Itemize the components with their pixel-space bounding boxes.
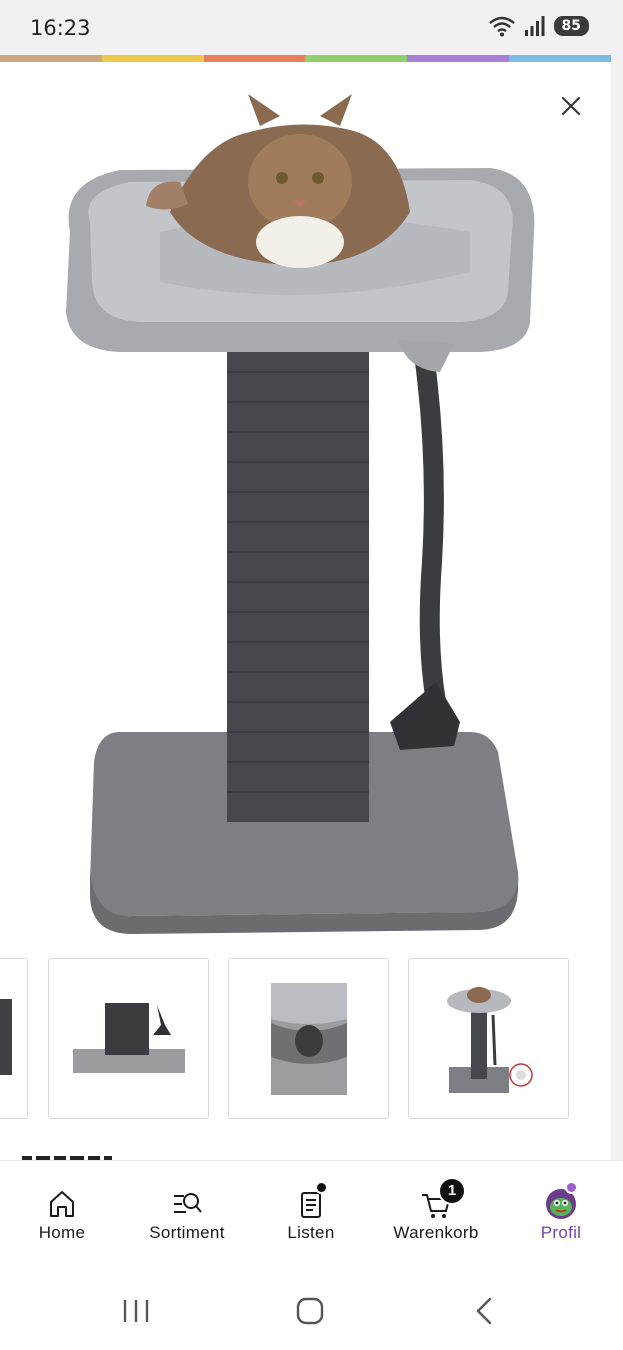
nav-sortiment[interactable]: Sortiment	[125, 1161, 249, 1261]
thumbnail-strip	[0, 958, 611, 1120]
listen-notification-dot	[315, 1181, 328, 1194]
nav-listen-label: Listen	[287, 1223, 335, 1242]
strip-segment	[305, 55, 408, 62]
status-icons: 85	[488, 15, 589, 37]
strip-segment	[101, 55, 204, 62]
thumbnail-2[interactable]	[48, 958, 209, 1119]
strip-segment	[407, 55, 510, 62]
thumbnail-1[interactable]	[0, 958, 28, 1119]
sortiment-search-icon	[174, 1193, 202, 1213]
signal-icon	[524, 16, 545, 36]
strip-segment	[203, 55, 306, 62]
brand-color-strip	[0, 55, 611, 62]
nav-profil-label: Profil	[540, 1223, 582, 1242]
cat-tree-full-image	[447, 987, 533, 1093]
product-gallery-sheet	[0, 62, 611, 1160]
nav-sortiment-label: Sortiment	[149, 1223, 225, 1242]
cart-count-badge: 1	[438, 1177, 466, 1205]
nav-warenkorb-label: Warenkorb	[393, 1223, 479, 1242]
home-icon	[50, 1191, 74, 1217]
recent-apps-icon[interactable]	[116, 1296, 156, 1326]
close-icon[interactable]	[557, 92, 585, 120]
strip-segment	[509, 55, 611, 62]
android-system-navigation	[0, 1260, 623, 1350]
scratching-post-base-image	[73, 1003, 185, 1073]
bed-closeup-image	[271, 983, 347, 1095]
nav-warenkorb[interactable]: 1 Warenkorb	[374, 1161, 498, 1261]
nav-listen[interactable]: Listen	[249, 1161, 373, 1261]
nav-home[interactable]: Home	[0, 1161, 124, 1261]
home-button-icon[interactable]	[290, 1296, 330, 1326]
profil-notification-dot	[565, 1181, 578, 1194]
status-bar: 16:23 85	[0, 0, 623, 56]
nav-profil[interactable]: Profil	[499, 1161, 623, 1261]
bottom-navigation: Home Sortiment Listen 1 Warenkorb Profil	[0, 1160, 623, 1260]
cat-tree-with-cat-image[interactable]	[50, 82, 560, 942]
scratching-post-detail-image	[0, 999, 12, 1075]
nav-home-label: Home	[38, 1223, 86, 1242]
battery-indicator: 85	[553, 16, 589, 36]
wifi-icon	[488, 16, 515, 37]
strip-segment	[0, 55, 102, 62]
status-time: 16:23	[30, 16, 91, 40]
thumbnail-3[interactable]	[228, 958, 389, 1119]
thumbnail-4[interactable]	[408, 958, 569, 1119]
back-icon[interactable]	[464, 1296, 504, 1326]
